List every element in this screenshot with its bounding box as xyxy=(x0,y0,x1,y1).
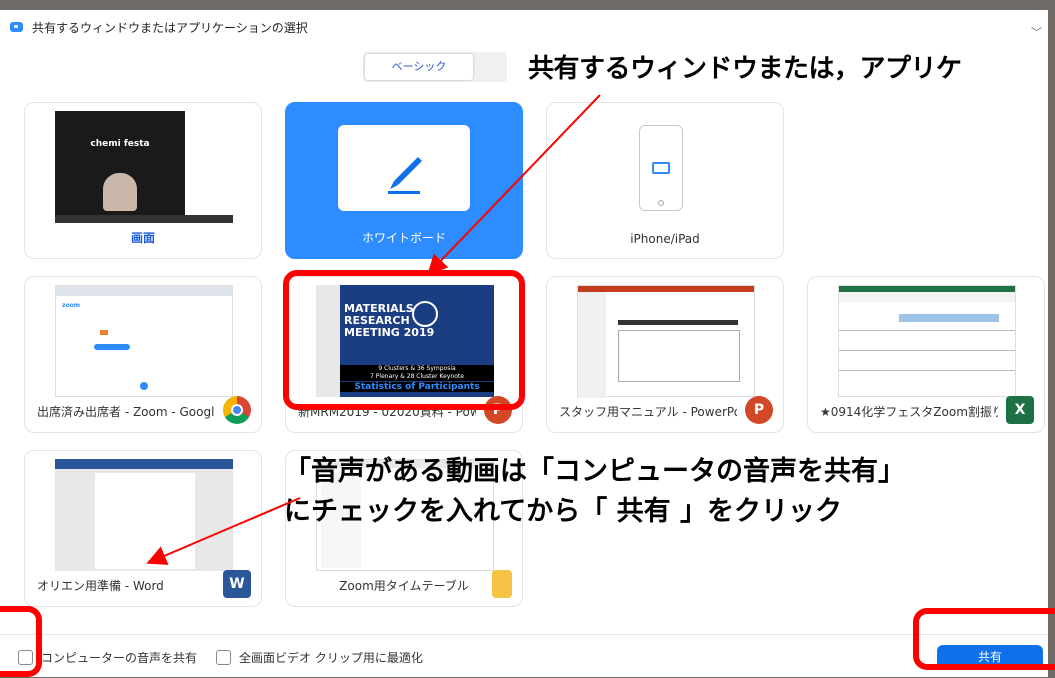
arrow-to-word xyxy=(146,497,301,565)
share-audio-option[interactable]: コンピューターの音声を共有 xyxy=(18,649,197,666)
optimize-video-checkbox[interactable] xyxy=(216,650,231,665)
share-audio-label: コンピューターの音声を共有 xyxy=(41,651,198,665)
highlight-box-audio-checkbox xyxy=(0,606,42,677)
optimize-video-label: 全画面ビデオ クリップ用に最適化 xyxy=(239,651,423,665)
highlight-box-share-button xyxy=(913,608,1055,670)
arrow-to-card xyxy=(427,94,601,275)
optimize-video-option[interactable]: 全画面ビデオ クリップ用に最適化 xyxy=(216,649,423,666)
share-dialog: 共有するウィンドウまたはアプリケーションの選択 ﹀ ベーシック 共有するウィンド… xyxy=(0,10,1048,677)
dialog-footer: コンピューターの音声を共有 全画面ビデオ クリップ用に最適化 共有 xyxy=(0,634,1048,678)
annotation-arrows xyxy=(146,94,601,565)
